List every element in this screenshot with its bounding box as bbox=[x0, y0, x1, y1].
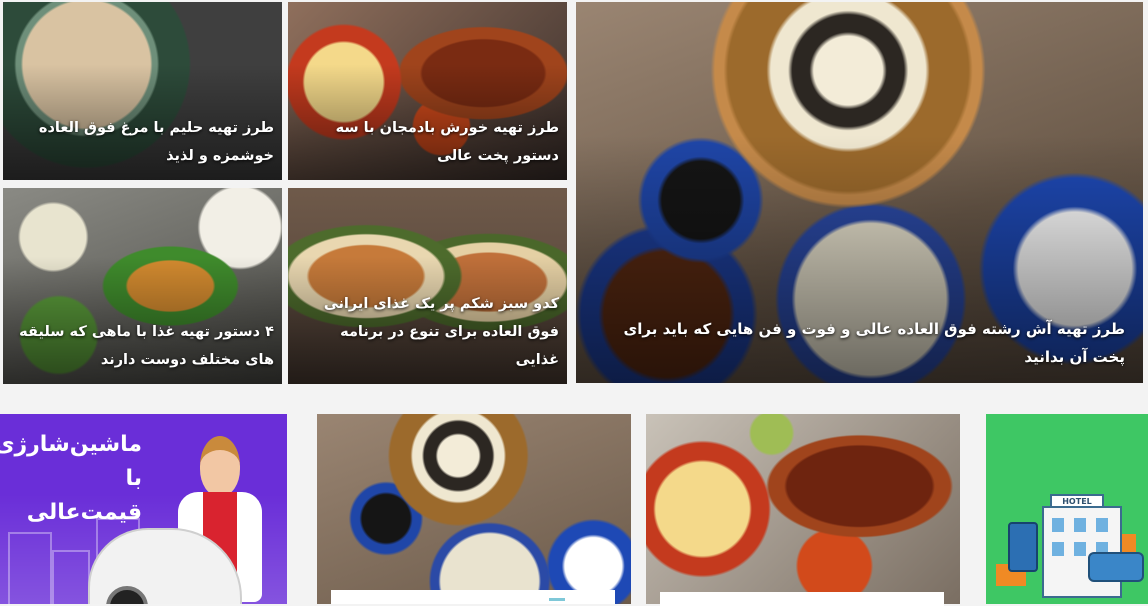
ash-reshteh-image bbox=[317, 414, 631, 604]
ad-banner-text: ماشین‌شارژی با قیمت‌عالی bbox=[0, 432, 142, 525]
featured-post-title[interactable]: ۴ دستور تهیه غذا با ماهی که سلیقه های مخ… bbox=[11, 318, 274, 374]
featured-post-title[interactable]: کدو سبز شکم پر یک غذای ایرانی فوق العاده… bbox=[296, 290, 559, 374]
post-card[interactable] bbox=[646, 414, 960, 606]
phone-icon bbox=[1008, 522, 1038, 572]
featured-post-title[interactable]: طرز تهیه حلیم با مرغ فوق العاده خوشمزه و… bbox=[11, 114, 274, 170]
bus-icon bbox=[1088, 552, 1144, 582]
featured-post-title[interactable]: طرز تهیه خورش بادمجان با سه دستور پخت عا… bbox=[296, 114, 559, 170]
featured-post-fish[interactable]: ۴ دستور تهیه غذا با ماهی که سلیقه های مخ… bbox=[3, 188, 282, 384]
child-illustration bbox=[200, 436, 240, 496]
featured-main-post[interactable]: طرز تهیه آش رشته فوق العاده عالی و فوت و… bbox=[576, 2, 1143, 383]
featured-post-haleem[interactable]: طرز تهیه حلیم با مرغ فوق العاده خوشمزه و… bbox=[3, 2, 282, 180]
eggplant-stew-image bbox=[646, 414, 960, 604]
featured-main-title[interactable]: طرز تهیه آش رشته فوق العاده عالی و فوت و… bbox=[588, 315, 1126, 371]
featured-post-zucchini[interactable]: کدو سبز شکم پر یک غذای ایرانی فوق العاده… bbox=[288, 188, 567, 384]
ad-banner-toy-car[interactable]: ماشین‌شارژی با قیمت‌عالی bbox=[0, 414, 287, 604]
featured-post-eggplant[interactable]: طرز تهیه خورش بادمجان با سه دستور پخت عا… bbox=[288, 2, 567, 180]
post-card[interactable] bbox=[317, 414, 631, 604]
ad-banner-hotel[interactable]: HOTEL bbox=[986, 414, 1148, 604]
